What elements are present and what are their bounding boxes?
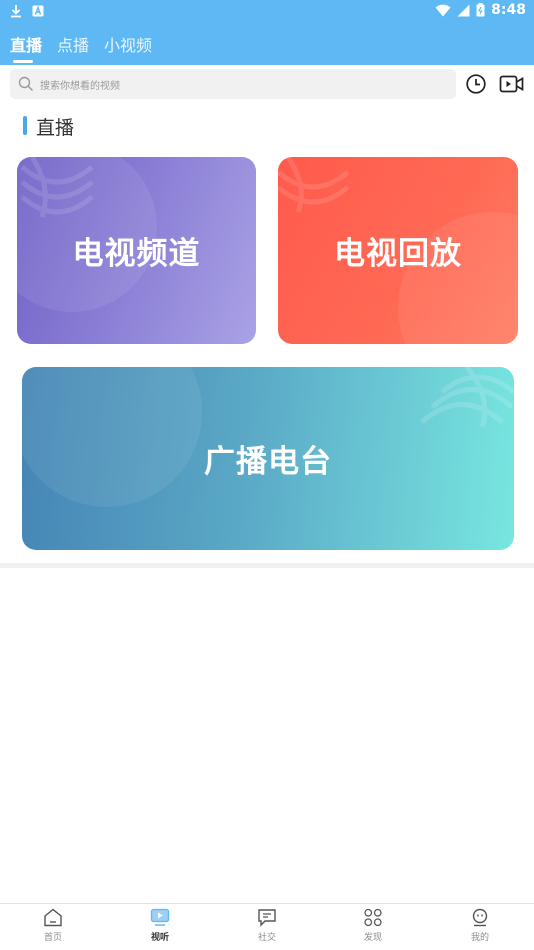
nav-item-mine[interactable]: 我的	[450, 908, 510, 943]
download-icon	[10, 4, 22, 18]
signal-icon	[457, 4, 470, 17]
nav-item-discover[interactable]: 发现	[343, 908, 403, 943]
chat-icon	[258, 909, 276, 927]
radio-station-label: 广播电台	[204, 444, 332, 480]
search-placeholder: 搜索你想看的视频	[40, 81, 120, 92]
bottom-navigation: 首页 视听 社交 发现 我的	[0, 903, 534, 950]
nav-label: 我的	[470, 933, 489, 943]
status-time: 8:48	[491, 2, 526, 18]
nav-item-audiovisual[interactable]: 视听	[130, 908, 190, 943]
notification-a-icon	[32, 5, 44, 17]
active-tab-indicator	[13, 60, 33, 63]
top-tab-bar: 直播 点播 小视频	[0, 24, 534, 65]
home-icon	[44, 908, 62, 927]
nav-label: 发现	[363, 933, 382, 943]
section-divider	[0, 563, 534, 568]
search-row: 搜索你想看的视频	[0, 65, 534, 105]
history-clock-icon[interactable]	[465, 73, 487, 99]
tv-replay-card[interactable]: 电视回放	[278, 157, 518, 344]
discover-grid-icon	[364, 908, 382, 927]
tv-channels-label: 电视频道	[72, 236, 201, 272]
nav-label: 视听	[150, 933, 169, 943]
search-input[interactable]: 搜索你想看的视频	[10, 69, 456, 99]
battery-icon	[476, 3, 485, 17]
nav-item-home[interactable]: 首页	[23, 908, 83, 943]
tv-channels-card[interactable]: 电视频道	[17, 157, 256, 344]
nav-label: 首页	[43, 933, 62, 943]
tab-on-demand[interactable]: 点播	[57, 32, 89, 56]
profile-icon	[472, 908, 488, 927]
tab-live[interactable]: 直播	[10, 32, 42, 56]
nav-item-social[interactable]: 社交	[237, 908, 297, 943]
status-bar: 8:48	[0, 0, 534, 24]
section-accent-bar	[23, 116, 27, 135]
search-icon	[18, 76, 34, 96]
video-camera-icon[interactable]	[499, 73, 525, 99]
video-play-icon	[150, 908, 170, 926]
nav-label: 社交	[257, 933, 276, 943]
section-header-live: 直播	[0, 112, 534, 140]
radio-station-card[interactable]: 广播电台	[22, 367, 514, 550]
tab-short-video[interactable]: 小视频	[104, 32, 152, 56]
section-title: 直播	[36, 117, 75, 139]
wifi-icon	[435, 4, 451, 17]
tv-replay-label: 电视回放	[334, 236, 462, 272]
